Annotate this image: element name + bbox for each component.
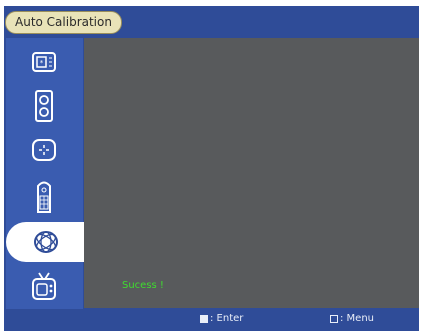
sidebar-item-remote[interactable] — [8, 176, 80, 216]
picture-icon: * — [32, 52, 56, 72]
sidebar-item-speaker[interactable] — [8, 86, 80, 126]
status-message: Sucess ! — [122, 280, 164, 291]
footer-hints: : Enter : Menu — [84, 312, 414, 328]
target-icon — [32, 139, 56, 161]
menu-hint: : Menu — [330, 313, 374, 324]
svg-text:*: * — [40, 59, 44, 67]
window-title: Auto Calibration — [5, 11, 122, 34]
sidebar-item-tv[interactable] — [8, 266, 80, 306]
sidebar-item-picture[interactable]: * — [8, 42, 80, 82]
speaker-icon — [35, 90, 53, 122]
remote-icon — [37, 181, 51, 213]
enter-key-icon — [200, 314, 208, 323]
sidebar-item-calibration[interactable] — [6, 222, 86, 262]
tv-icon — [32, 272, 56, 300]
menu-key-icon — [330, 314, 338, 323]
enter-hint: : Enter — [200, 313, 243, 324]
enter-hint-label: : Enter — [210, 313, 244, 324]
main-panel: Sucess ! — [84, 38, 419, 308]
menu-hint-label: : Menu — [340, 313, 375, 324]
sidebar: * — [6, 38, 86, 309]
sidebar-item-target[interactable] — [8, 130, 80, 170]
calibration-icon — [34, 231, 58, 253]
